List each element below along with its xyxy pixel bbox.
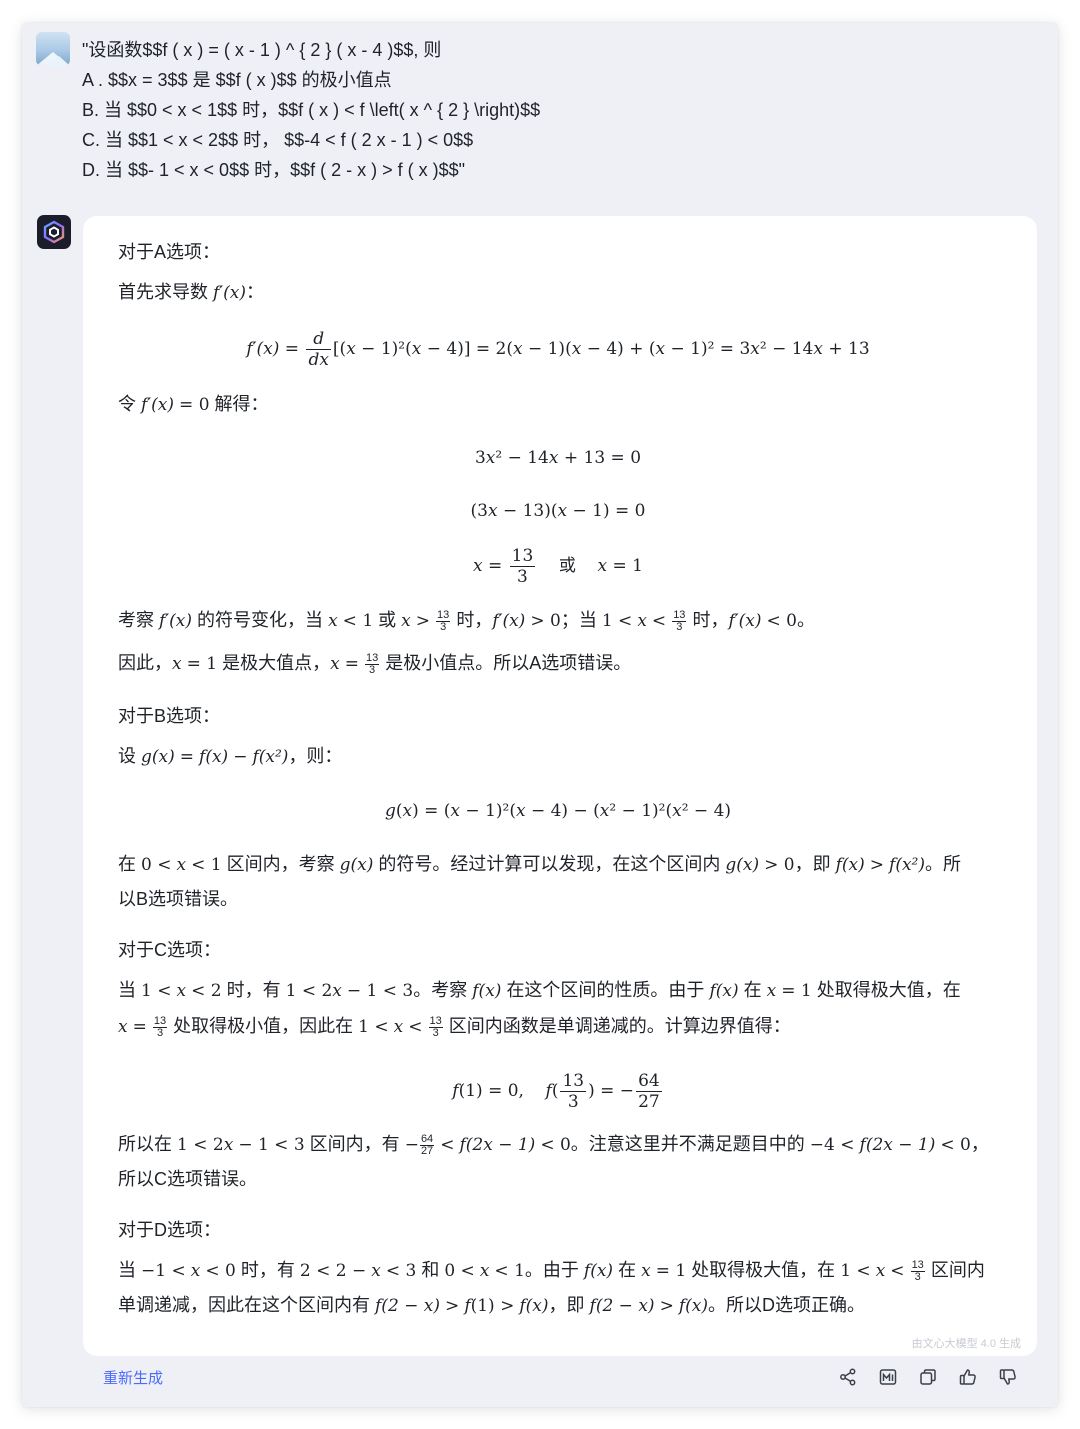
section-title-d: 对于D选项： bbox=[118, 1220, 221, 1240]
question-line: B. 当 $$0 < x < 1$$ 时，$$f ( x ) < f \left… bbox=[82, 100, 541, 120]
thumbs-down-icon bbox=[999, 1369, 1016, 1385]
equation: 3x² − 14x + 13 = 0 bbox=[474, 448, 642, 468]
section-title-a: 对于A选项： bbox=[118, 242, 221, 262]
copy-icon bbox=[920, 1369, 936, 1385]
paragraph: 所以C选项错误。 bbox=[118, 1169, 257, 1189]
user-question: "设函数$$f ( x ) = ( x - 1 ) ^ { 2 } ( x - … bbox=[82, 35, 982, 185]
section-title-b: 对于B选项： bbox=[118, 706, 221, 726]
derivative-equation: f′(x) = d dx [(x − 1)²(x − 4)] = 2(x − 1)(… bbox=[246, 329, 870, 370]
question-line: C. 当 $$1 < x < 2$$ 时， $$-4 < f ( 2 x - 1… bbox=[82, 130, 474, 150]
paragraph: 考察 f′(x) 的符号变化，当 x < 1 或 x > 13 3 时，f′(x)… bbox=[118, 608, 815, 633]
paragraph: 以B选项错误。 bbox=[118, 889, 239, 909]
user-avatar bbox=[36, 32, 70, 66]
equation: f(1) = 0, f(13 3) = −64 27 bbox=[452, 1071, 662, 1112]
question-line: A . $$x = 3$$ 是 $$f ( x )$$ 的极小值点 bbox=[82, 70, 392, 90]
paragraph: 在 0 < x < 1 区间内，考察 g(x) 的符号。经过计算可以发现，在这个… bbox=[118, 854, 962, 875]
section-title-c: 对于C选项： bbox=[118, 940, 221, 960]
paragraph: 首先求导数 f′(x)： bbox=[118, 282, 265, 303]
bot-avatar bbox=[37, 215, 71, 249]
bot-logo-icon bbox=[43, 220, 65, 244]
watermark: 由文心大模型 4.0 生成 bbox=[911, 1338, 1021, 1350]
paragraph: 单调递减，因此在这个区间内有 f(2 − x) > f(1) > f(x)，即 … bbox=[118, 1295, 865, 1316]
paragraph: x = 13 3 处取得极小值，因此在 1 < x < 13 3 区间内函数是单调递… bbox=[118, 1014, 791, 1039]
thumbs-down-button[interactable] bbox=[996, 1365, 1020, 1389]
image-icon bbox=[879, 1369, 897, 1385]
equation: x = 13 3 或 x = 1 bbox=[472, 546, 643, 587]
regenerate-button[interactable]: 重新生成 bbox=[103, 1367, 163, 1388]
image-button[interactable] bbox=[876, 1365, 900, 1389]
paragraph: 所以在 1 < 2x − 1 < 3 区间内，有 −64 27 < f(2x − … bbox=[118, 1132, 989, 1157]
equation: (3x − 13)(x − 1) = 0 bbox=[470, 501, 646, 521]
answer-card: 对于A选项： 首先求导数 f′(x)： f′(x) = d dx [(x − 1)²… bbox=[83, 216, 1037, 1356]
thumbs-up-icon bbox=[959, 1369, 976, 1385]
question-line: "设函数$$f ( x ) = ( x - 1 ) ^ { 2 } ( x - … bbox=[82, 40, 442, 60]
paragraph: 令 f′(x) = 0 解得： bbox=[118, 394, 269, 415]
thumbs-up-button[interactable] bbox=[956, 1365, 980, 1389]
paragraph: 设 g(x) = f(x) − f(x²)，则： bbox=[118, 746, 343, 767]
paragraph: 因此，x = 1 是极大值点，x = 13 3 是极小值点。所以A选项错误。 bbox=[118, 651, 632, 676]
paragraph: 当 1 < x < 2 时，有 1 < 2x − 1 < 3。考察 f(x) 在… bbox=[118, 980, 961, 1001]
share-icon bbox=[840, 1368, 856, 1386]
share-button[interactable] bbox=[836, 1365, 860, 1389]
paragraph: 当 −1 < x < 0 时，有 2 < 2 − x < 3 和 0 < x <… bbox=[118, 1258, 985, 1283]
copy-button[interactable] bbox=[916, 1365, 940, 1389]
chat-window: "设函数$$f ( x ) = ( x - 1 ) ^ { 2 } ( x - … bbox=[22, 23, 1058, 1407]
question-line: D. 当 $$- 1 < x < 0$$ 时，$$f ( 2 - x ) > f… bbox=[82, 160, 466, 180]
equation: g(x) = (x − 1)²(x − 4) − (x² − 1)²(x² − … bbox=[384, 801, 732, 821]
